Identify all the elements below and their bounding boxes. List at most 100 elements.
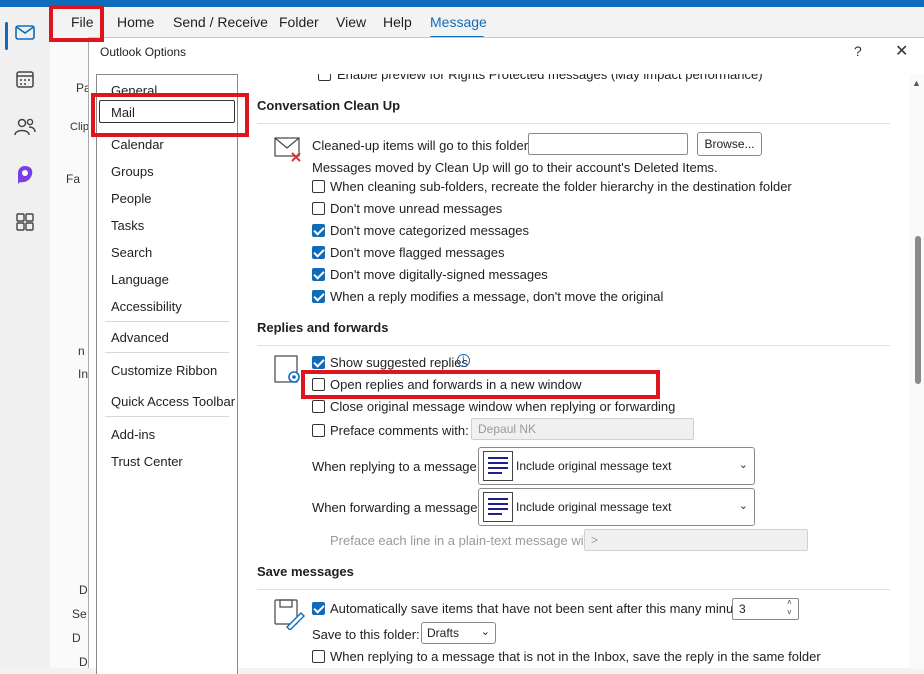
reply-modifies-label: When a reply modifies a message, don't m… [330, 289, 664, 304]
autosave-checkbox[interactable] [312, 602, 325, 615]
nav-item-add-ins[interactable]: Add-ins [111, 427, 155, 442]
nav-item-search[interactable]: Search [111, 245, 152, 260]
help-button[interactable]: ? [854, 43, 862, 59]
options-category-list: General Mail Calendar Groups People Task… [96, 74, 238, 674]
inbox-partial-label: In [78, 367, 89, 381]
dont-move-unread-label: Don't move unread messages [330, 201, 503, 216]
preface-comments-input[interactable]: Depaul NK [471, 418, 694, 440]
chevron-down-icon: ⌄ [480, 626, 490, 638]
preface-comments-label: Preface comments with: [330, 423, 469, 438]
highlight-file-tab [49, 5, 104, 42]
show-suggested-replies-label: Show suggested replies [330, 355, 469, 370]
options-scrollbar[interactable]: ▲ [909, 74, 924, 669]
calendar-icon[interactable] [12, 66, 38, 92]
save-folder-select[interactable]: Drafts ⌄ [421, 622, 496, 644]
recreate-hierarchy-checkbox[interactable] [312, 180, 325, 193]
reply-modifies-checkbox[interactable] [312, 290, 325, 303]
tab-message[interactable]: Message [430, 14, 487, 30]
title-bar-strip [0, 0, 924, 7]
cleanup-folder-input[interactable] [528, 133, 688, 155]
browse-button[interactable]: Browse... [697, 132, 762, 156]
tab-folder[interactable]: Folder [279, 14, 319, 30]
rights-protected-label: Enable preview for Rights Protected mess… [337, 74, 763, 82]
clipboard-group-label: Clip [70, 121, 89, 133]
people-icon[interactable] [12, 114, 38, 140]
save-in-same-folder-label: When replying to a message that is not i… [330, 649, 821, 664]
nav-item-tasks[interactable]: Tasks [111, 218, 144, 233]
section-divider [257, 589, 890, 590]
rail-active-indicator [5, 22, 8, 50]
nav-divider [105, 321, 229, 322]
account-partial-label: n [78, 344, 85, 358]
tab-send-receive[interactable]: Send / Receive [173, 14, 268, 30]
reply-option-value: Include original message text [516, 459, 672, 473]
tab-home[interactable]: Home [117, 14, 154, 30]
cleanup-note: Messages moved by Clean Up will go to th… [312, 160, 718, 175]
info-icon[interactable]: i [457, 354, 470, 367]
tab-help[interactable]: Help [383, 14, 412, 30]
chevron-down-icon: ⌄ [738, 459, 748, 471]
message-format-icon [483, 451, 513, 481]
dont-move-signed-label: Don't move digitally-signed messages [330, 267, 548, 282]
nav-item-calendar[interactable]: Calendar [111, 137, 164, 152]
forward-option-dropdown[interactable]: Include original message text ⌄ [478, 488, 755, 526]
section-title-save: Save messages [257, 564, 354, 579]
close-original-checkbox[interactable] [312, 400, 325, 413]
dont-move-flagged-label: Don't move flagged messages [330, 245, 505, 260]
reply-option-dropdown[interactable]: Include original message text ⌄ [478, 447, 755, 485]
nav-item-customize-ribbon[interactable]: Customize Ribbon [111, 363, 217, 378]
ribbon-tabs: File Home Send / Receive Folder View Hel… [0, 7, 924, 39]
tab-view[interactable]: View [336, 14, 366, 30]
dont-move-categorized-label: Don't move categorized messages [330, 223, 530, 238]
rights-protected-checkbox[interactable] [318, 74, 331, 81]
mail-icon[interactable] [12, 19, 38, 45]
save-folder-value: Drafts [427, 626, 460, 640]
favorites-partial-label: Fa [66, 172, 81, 186]
section-divider [257, 345, 890, 346]
highlight-open-new-window [301, 370, 660, 399]
plaintext-preface-input[interactable]: > [584, 529, 808, 551]
nav-item-people[interactable]: People [111, 191, 151, 206]
save-in-same-folder-checkbox[interactable] [312, 650, 325, 663]
preface-comments-checkbox[interactable] [312, 424, 325, 437]
chevron-down-icon: ⌄ [738, 500, 748, 512]
section-title-replies: Replies and forwards [257, 320, 389, 335]
spinner-arrows-icon[interactable]: ˄ ˅ [787, 598, 792, 618]
nav-item-advanced[interactable]: Advanced [111, 330, 169, 345]
folder-partial-1: D [79, 583, 88, 597]
plaintext-preface-label: Preface each line in a plain-text messag… [330, 533, 599, 548]
app-rail [0, 7, 50, 668]
dont-move-flagged-checkbox[interactable] [312, 246, 325, 259]
autosave-label: Automatically save items that have not b… [330, 601, 755, 616]
nav-item-accessibility[interactable]: Accessibility [111, 299, 182, 314]
save-settings-icon [274, 599, 305, 630]
cleanup-folder-label: Cleaned-up items will go to this folder: [312, 138, 532, 153]
show-suggested-replies-checkbox[interactable] [312, 356, 325, 369]
apps-icon[interactable] [12, 209, 38, 235]
dont-move-unread-checkbox[interactable] [312, 202, 325, 215]
dont-move-signed-checkbox[interactable] [312, 268, 325, 281]
forward-option-value: Include original message text [516, 500, 672, 514]
folder-pane-background: Pa Clip Fa n In D Se D D [50, 37, 91, 669]
folder-partial-4: D [79, 655, 88, 669]
nav-item-trust-center[interactable]: Trust Center [111, 454, 183, 469]
close-button[interactable]: ✕ [895, 41, 908, 61]
nav-item-language[interactable]: Language [111, 272, 169, 287]
nav-divider [105, 416, 229, 417]
message-format-icon [483, 492, 513, 522]
close-original-label: Close original message window when reply… [330, 399, 676, 414]
nav-item-quick-access-toolbar[interactable]: Quick Access Toolbar [111, 394, 235, 409]
section-title-cleanup: Conversation Clean Up [257, 98, 401, 113]
forward-label: When forwarding a message: [312, 500, 482, 515]
highlight-mail-category [91, 93, 249, 137]
nav-divider [105, 352, 229, 353]
scroll-thumb[interactable] [915, 236, 921, 384]
nav-item-groups[interactable]: Groups [111, 164, 154, 179]
copilot-icon[interactable] [12, 162, 38, 188]
dont-move-categorized-checkbox[interactable] [312, 224, 325, 237]
cleanup-icon [274, 137, 301, 162]
scroll-up-icon[interactable]: ▲ [912, 78, 921, 88]
folder-partial-2: Se [72, 607, 87, 621]
reply-label: When replying to a message: [312, 459, 481, 474]
dialog-title: Outlook Options [100, 45, 187, 59]
